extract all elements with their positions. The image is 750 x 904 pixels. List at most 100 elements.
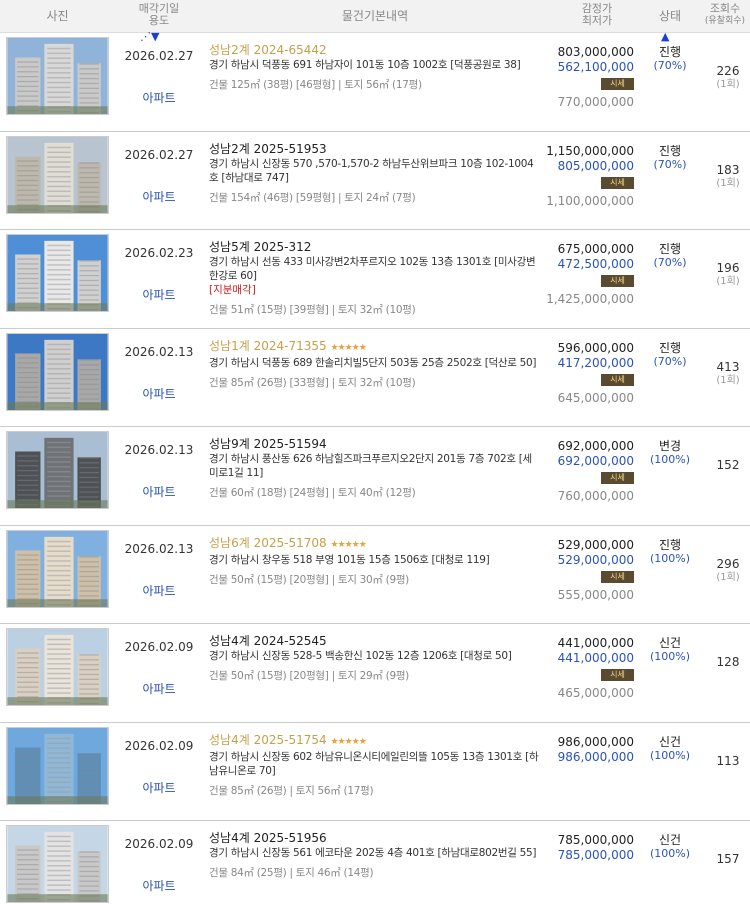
case-number[interactable]: 성남4계 2024-52545 xyxy=(209,634,539,648)
property-photo[interactable] xyxy=(6,135,109,214)
property-photo[interactable] xyxy=(6,529,109,608)
property-area: 건물 50㎡ (15평) [20평형] | 토지 29㎡ (9평) xyxy=(209,670,409,682)
usage-type[interactable]: 아파트 xyxy=(118,680,200,697)
status-percent: (100%) xyxy=(649,650,691,663)
view-count: 196 xyxy=(716,261,740,275)
rating-stars-icon: ★★★★★ xyxy=(330,342,366,353)
building-photo-icon xyxy=(7,826,108,902)
minimum-price: 986,000,000 xyxy=(557,749,634,764)
status-cell: 신건 (100%) xyxy=(642,833,698,861)
case-number[interactable]: 성남9계 2025-51594 xyxy=(209,437,539,451)
building-photo-icon xyxy=(7,38,108,114)
fail-count: (1회) xyxy=(716,374,740,386)
market-price-badge[interactable]: 시세 xyxy=(601,78,634,90)
usage-type[interactable]: 아파트 xyxy=(118,582,200,599)
case-number[interactable]: 성남2계 2025-51953 xyxy=(209,142,539,156)
minimum-price: 441,000,000 xyxy=(557,651,634,665)
market-price: 760,000,000 xyxy=(557,489,634,503)
usage-type[interactable]: 아파트 xyxy=(118,286,200,303)
market-price-badge[interactable]: 시세 xyxy=(601,570,634,583)
table-row[interactable]: 2026.02.09 아파트 성남4계 2025-51754 ★★★★★ 경기 … xyxy=(0,723,750,821)
building-photo-icon xyxy=(7,235,108,311)
property-address[interactable]: 경기 하남시 덕풍동 689 한솔리치빌5단지 503동 25층 2502호 [… xyxy=(209,356,539,370)
property-details: 성남9계 2025-51594 경기 하남시 풍산동 626 하남힐즈파크푸르지… xyxy=(209,437,539,500)
property-photo[interactable] xyxy=(6,628,109,706)
appraisal-price: 1,150,000,000 xyxy=(546,143,634,158)
table-row[interactable]: 2026.02.27 아파트 성남2계 2024-65442 경기 하남시 덕풍… xyxy=(0,33,750,132)
table-row[interactable]: 2026.02.13 아파트 성남1계 2024-71355 ★★★★★ 경기 … xyxy=(0,329,750,427)
views-cell: 128 xyxy=(700,655,750,669)
property-address[interactable]: 경기 하남시 풍산동 626 하남힐즈파크푸르지오2단지 201동 7층 702… xyxy=(209,452,539,480)
usage-type[interactable]: 아파트 xyxy=(118,877,200,894)
market-price-badge[interactable]: 시세 xyxy=(601,176,634,189)
view-count: 183 xyxy=(716,162,740,177)
property-photo[interactable] xyxy=(6,234,109,312)
market-price: 555,000,000 xyxy=(557,587,634,602)
header-price[interactable]: 감정가 최저가 xyxy=(552,3,642,27)
usage-type[interactable]: 아파트 xyxy=(118,779,200,796)
status-text: 진행 xyxy=(658,537,682,552)
market-price: 465,000,000 xyxy=(557,686,634,700)
property-photo[interactable] xyxy=(6,726,109,805)
property-address[interactable]: 경기 하남시 신장동 528-5 백송한신 102동 12층 1206호 [대청… xyxy=(209,649,539,663)
header-date[interactable]: 매각기일 용도 xyxy=(118,3,200,27)
case-number-text: 성남1계 2024-71355 xyxy=(209,338,327,353)
header-views[interactable]: 조회수 (유찰회수) xyxy=(700,3,750,27)
auction-date: 2026.02.09 xyxy=(124,640,194,654)
auction-date: 2026.02.09 xyxy=(124,837,194,851)
case-number[interactable]: 성남5계 2025-312 xyxy=(209,240,539,254)
market-price-badge[interactable]: 시세 xyxy=(601,472,634,484)
views-cell: 413 (1회) xyxy=(700,360,750,388)
property-address[interactable]: 경기 하남시 선동 433 미사강변2차푸르지오 102동 13층 1301호 … xyxy=(209,255,539,283)
status-cell: 진행 (70%) xyxy=(642,242,698,270)
case-number-text: 성남9계 2025-51594 xyxy=(209,437,327,451)
header-description: 물건기본내역 xyxy=(341,9,409,23)
property-area: 건물 85㎡ (26평) | 토지 56㎡ (17평) xyxy=(209,784,374,797)
case-number[interactable]: 성남4계 2025-51956 xyxy=(209,831,539,845)
fail-count: (1회) xyxy=(716,177,740,189)
status-text: 진행 xyxy=(658,45,682,59)
auction-date: 2026.02.27 xyxy=(124,147,194,162)
table-row[interactable]: 2026.02.27 아파트 성남2계 2025-51953 경기 하남시 신장… xyxy=(0,132,750,230)
table-row[interactable]: 2026.02.13 아파트 성남6계 2025-51708 ★★★★★ 경기 … xyxy=(0,526,750,624)
property-details: 성남6계 2025-51708 ★★★★★ 경기 하남시 창우동 518 부영 … xyxy=(209,536,539,587)
appraisal-price: 986,000,000 xyxy=(557,734,634,749)
case-number[interactable]: 성남1계 2024-71355 ★★★★★ xyxy=(209,339,539,355)
market-price: 770,000,000 xyxy=(557,95,634,109)
appraisal-price: 692,000,000 xyxy=(557,439,634,453)
property-photo[interactable] xyxy=(6,37,109,115)
property-address[interactable]: 경기 하남시 신장동 561 에코타운 202동 4층 401호 [하남대로80… xyxy=(209,846,539,860)
property-address[interactable]: 경기 하남시 덕풍동 691 하남자이 101동 10층 1002호 [덕풍공원… xyxy=(209,58,539,72)
table-row[interactable]: 2026.02.09 아파트 성남4계 2024-52545 경기 하남시 신장… xyxy=(0,624,750,723)
usage-type[interactable]: 아파트 xyxy=(118,89,200,106)
property-area: 건물 85㎡ (26평) [33평형] | 토지 32㎡ (10평) xyxy=(209,376,416,389)
auction-date: 2026.02.13 xyxy=(124,443,194,457)
property-photo[interactable] xyxy=(6,431,109,509)
property-photo[interactable] xyxy=(6,825,109,903)
header-min-price-label: 최저가 xyxy=(581,14,613,27)
market-price-badge[interactable]: 시세 xyxy=(601,373,634,386)
usage-type[interactable]: 아파트 xyxy=(118,188,200,205)
view-count: 113 xyxy=(716,753,740,768)
property-address[interactable]: 경기 하남시 신장동 570 ,570-1,570-2 하남두산위브파크 10층… xyxy=(209,157,539,185)
usage-type[interactable]: 아파트 xyxy=(118,385,200,402)
property-photo[interactable] xyxy=(6,332,109,411)
case-number[interactable]: 성남2계 2024-65442 xyxy=(209,43,539,57)
usage-type[interactable]: 아파트 xyxy=(118,483,200,500)
market-price-badge[interactable]: 시세 xyxy=(601,275,634,287)
table-row[interactable]: 2026.02.09 아파트 성남4계 2025-51956 경기 하남시 신장… xyxy=(0,821,750,904)
case-number[interactable]: 성남6계 2025-51708 ★★★★★ xyxy=(209,536,539,552)
building-photo-icon xyxy=(7,136,108,213)
case-number[interactable]: 성남4계 2025-51754 ★★★★★ xyxy=(209,733,539,749)
building-photo-icon xyxy=(7,432,108,508)
property-address[interactable]: 경기 하남시 창우동 518 부영 101동 15층 1506호 [대청로 11… xyxy=(209,553,539,567)
building-photo-icon xyxy=(7,727,108,804)
table-row[interactable]: 2026.02.23 아파트 성남5계 2025-312 경기 하남시 선동 4… xyxy=(0,230,750,329)
case-number-text: 성남5계 2025-312 xyxy=(209,240,312,254)
table-row[interactable]: 2026.02.13 아파트 성남9계 2025-51594 경기 하남시 풍산… xyxy=(0,427,750,526)
market-price-badge[interactable]: 시세 xyxy=(601,669,634,681)
property-address[interactable]: 경기 하남시 신장동 602 하남유니온시티에일린의뜰 105동 13층 130… xyxy=(209,750,539,778)
status-cell: 진행 (70%) xyxy=(642,45,698,73)
header-status[interactable]: 상태 xyxy=(642,10,698,22)
status-text: 진행 xyxy=(658,242,682,256)
